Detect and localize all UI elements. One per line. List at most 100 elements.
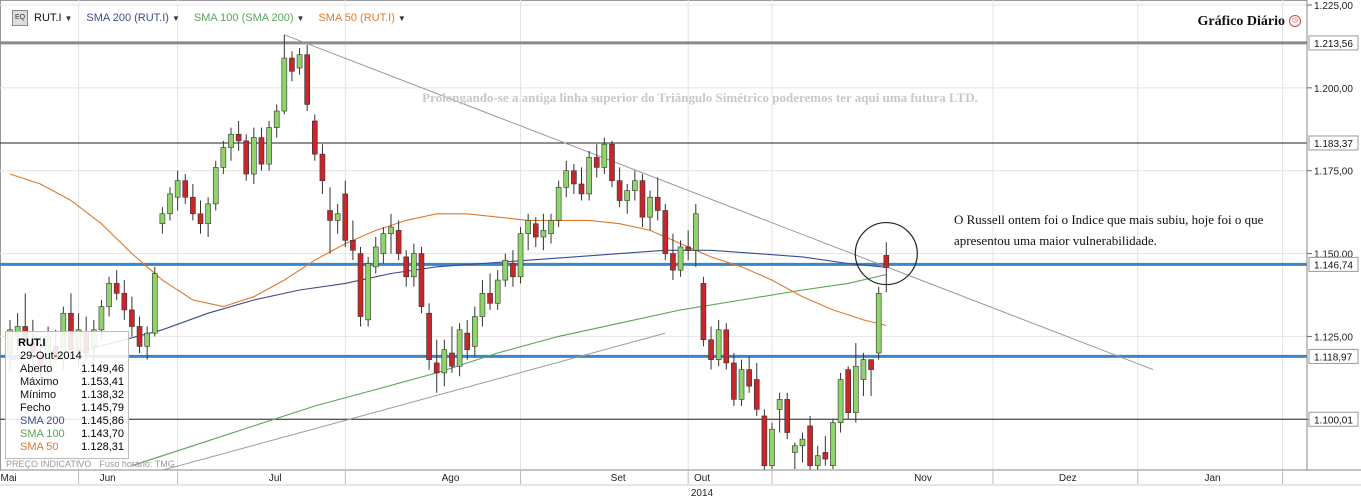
databox-row-value: 1.145,86 — [81, 415, 124, 427]
candle-up — [159, 213, 166, 225]
clock-icon[interactable]: ◷ — [1289, 15, 1301, 27]
candle-down — [753, 379, 760, 410]
candle-down — [289, 57, 295, 72]
trendline-ltd — [284, 34, 1154, 371]
price-tick-label: 1.225,00 — [1314, 1, 1353, 12]
indicator-toolbar: EQ RUT.I ▼ SMA 200 (RUT.I) ▼ SMA 100 (SMA … — [0, 8, 420, 28]
level-price-label: 1.100,01 — [1314, 415, 1353, 426]
month-label: Jul — [269, 473, 282, 484]
sma50-selector[interactable]: SMA 50 (RUT.I) ▼ — [318, 12, 405, 24]
candle-up — [769, 428, 775, 466]
candle-down — [342, 193, 349, 241]
candle-down — [197, 213, 204, 225]
candle-up — [441, 349, 448, 374]
candle-up — [837, 379, 844, 423]
candle-up — [792, 445, 798, 453]
candle-down — [182, 180, 189, 198]
databox-row-label: Mínimo — [20, 389, 57, 401]
candle-up — [167, 193, 173, 215]
candle-up — [563, 170, 570, 188]
candle-up — [586, 157, 592, 195]
candle-up — [540, 230, 547, 238]
right-annotation-line-1: O Russell ontem foi o Indice que mais su… — [954, 212, 1264, 227]
candle-down — [190, 196, 196, 215]
candle-down — [327, 210, 333, 221]
databox-row-value: 1.138,32 — [81, 389, 124, 401]
month-label: Nov — [914, 473, 932, 484]
price-axis-background — [1307, 0, 1361, 470]
candle-up — [334, 213, 341, 221]
sma200-selector[interactable]: SMA 200 (RUT.I) ▼ — [86, 12, 179, 24]
symbol-selector[interactable]: RUT.I ▼ — [34, 12, 72, 24]
databox-row: Aberto 1.149,46 — [20, 363, 124, 376]
year-label: 2014 — [691, 488, 714, 499]
candle-up — [106, 283, 112, 307]
candle-down — [113, 283, 120, 294]
candle-down — [616, 180, 623, 201]
candle-down — [532, 223, 539, 238]
candle-up — [776, 399, 783, 410]
candle-down — [883, 255, 890, 268]
level-price-label: 1.213,56 — [1314, 39, 1353, 50]
candle-up — [830, 422, 836, 466]
candle-up — [296, 54, 303, 69]
month-label: Out — [694, 473, 710, 484]
candle-up — [205, 203, 211, 225]
databox-row: Fecho 1.145,79 — [20, 402, 124, 415]
databox-row-label: Aberto — [20, 363, 53, 375]
candle-up — [624, 190, 631, 201]
candle-down — [761, 415, 768, 466]
candle-down — [235, 133, 242, 142]
databox-date: 29-Out-2014 — [20, 350, 82, 362]
level-price-label: 1.183,37 — [1314, 139, 1353, 150]
candle-down — [129, 309, 135, 327]
sma100-selector[interactable]: SMA 100 (SMA 200) ▼ — [194, 12, 305, 24]
price-chart[interactable]: 1.225,001.200,001.175,001.150,001.125,00… — [0, 0, 1361, 500]
candle-up — [365, 263, 371, 321]
month-label: Set — [611, 473, 626, 484]
level-price-label: 1.146,74 — [1314, 260, 1353, 271]
candle-down — [571, 170, 577, 185]
chart-type-icon[interactable]: EQ — [12, 10, 28, 26]
databox-symbol: RUT.I — [18, 337, 46, 349]
chevron-down-icon: ▼ — [64, 14, 73, 23]
candle-down — [487, 293, 493, 304]
candle-down — [350, 240, 356, 251]
level-price-label: 1.118,97 — [1314, 352, 1353, 363]
candle-up — [212, 167, 219, 205]
candle-up — [738, 369, 745, 400]
chart-title: Gráfico Diário — [1197, 14, 1285, 29]
databox-row-label: SMA 200 — [20, 415, 65, 427]
candle-up — [692, 213, 699, 251]
candle-down — [822, 452, 829, 460]
footer: PREÇO INDICATIVO Fuso horário: TMG — [6, 459, 175, 469]
symbol-label: RUT.I — [34, 12, 62, 24]
chevron-down-icon: ▼ — [171, 14, 180, 23]
candle-up — [555, 186, 562, 221]
databox-row: Máximo 1.153,41 — [20, 376, 124, 389]
candle-up — [494, 279, 501, 304]
candle-down — [258, 137, 265, 165]
databox-row: Mínimo 1.138,32 — [20, 389, 124, 402]
candle-down — [685, 246, 691, 251]
candle-down — [426, 312, 432, 360]
candle-down — [357, 253, 364, 317]
databox-row: SMA 200 1.145,86 — [20, 415, 124, 428]
databox-row-label: Máximo — [20, 376, 59, 388]
candle-up — [472, 316, 478, 347]
candle-up — [411, 253, 417, 278]
candle-up — [875, 293, 882, 354]
sma50-line — [9, 173, 887, 327]
sma100-label: SMA 100 (SMA 200) — [193, 12, 294, 24]
timezone-label: Fuso horário: TMG — [99, 459, 175, 469]
candle-up — [372, 246, 379, 268]
candle-down — [784, 399, 791, 433]
candle-up — [380, 233, 387, 254]
candle-down — [708, 339, 714, 360]
candle-up — [677, 246, 684, 271]
candle-down — [670, 253, 676, 271]
databox-row-label: Fecho — [20, 402, 51, 414]
candle-up — [479, 293, 486, 317]
databox-row-value: 1.153,41 — [81, 376, 124, 388]
candle-up — [388, 226, 394, 234]
